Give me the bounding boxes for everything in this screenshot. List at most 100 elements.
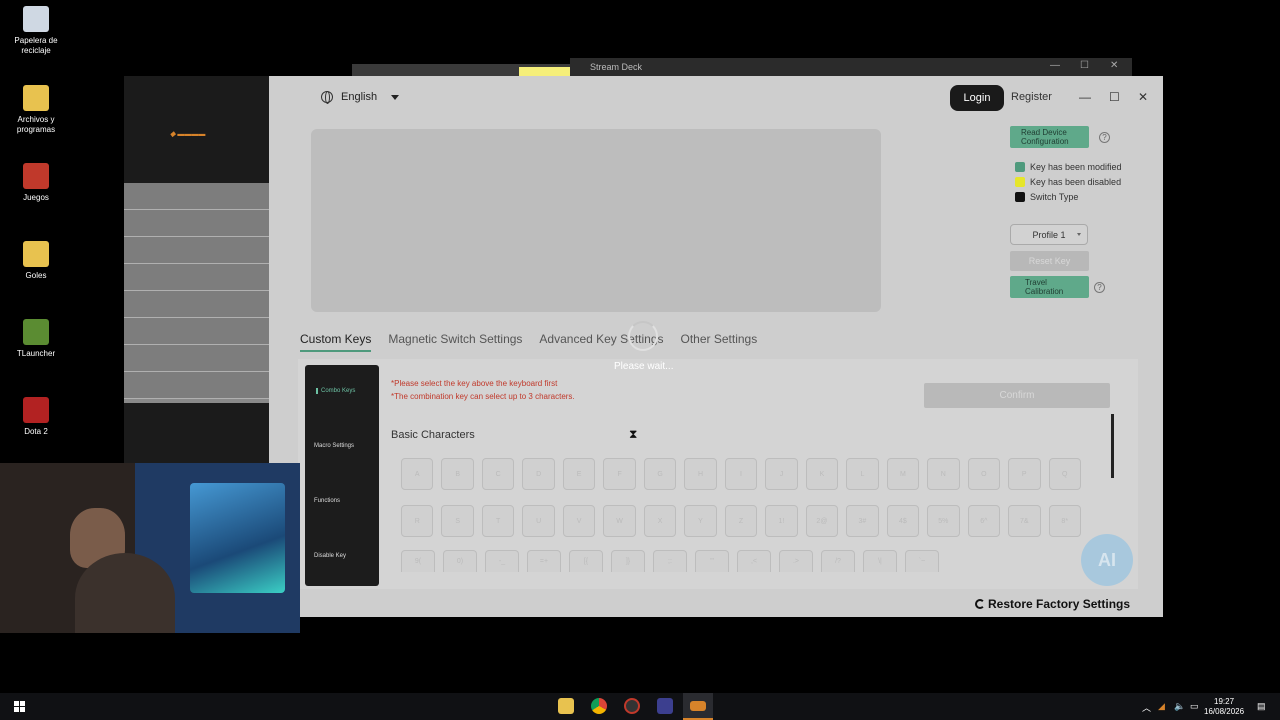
key-button[interactable]: 1! [765,505,798,537]
desktop-icon[interactable]: Papelera de reciclaje [6,6,66,56]
key-button[interactable]: E [562,458,596,490]
key-button[interactable]: X [643,505,677,537]
maximize-icon[interactable]: ☐ [1109,90,1120,104]
app-tray-icon[interactable]: ◢ [1158,701,1165,712]
key-button[interactable]: 8* [1048,505,1081,537]
notification-icon[interactable]: ▤ [1257,701,1266,712]
chrome-icon[interactable] [591,698,607,714]
key-button[interactable]: [{ [569,550,603,572]
restore-factory-settings-button[interactable]: Restore Factory Settings [975,597,1130,611]
keyboard-app-icon[interactable] [690,701,706,711]
key-button[interactable]: O [967,458,1001,490]
key-button[interactable]: C [481,458,515,490]
sidebar-item[interactable] [124,345,269,372]
sidebar-item[interactable] [124,372,269,399]
sidebar-item[interactable] [124,210,269,237]
key-button[interactable]: V [562,505,596,537]
desktop-icon[interactable]: Archivos y programas [6,85,66,135]
key-button[interactable]: B [441,458,474,490]
language-selector[interactable]: English [321,91,400,104]
tab-other-settings[interactable]: Other Settings [681,332,758,352]
key-button[interactable]: R [401,505,434,537]
desktop-icon[interactable]: Juegos [6,163,66,203]
key-button[interactable]: \| [863,550,897,572]
key-button[interactable]: /? [821,550,855,572]
key-button[interactable]: 2@ [805,505,839,537]
key-button[interactable]: M [886,458,920,490]
key-button[interactable]: N [927,458,960,490]
tab-magnetic-switch-settings[interactable]: Magnetic Switch Settings [388,332,522,352]
register-link[interactable]: Register [1011,91,1052,103]
key-button[interactable]: F [603,458,636,490]
key-button[interactable]: 3# [846,505,879,537]
help-icon[interactable]: ? [1099,132,1110,143]
key-button[interactable]: 5% [927,505,960,537]
key-button[interactable]: P [1008,458,1041,490]
sidebar-item[interactable] [124,291,269,318]
file-explorer-icon[interactable] [558,698,574,714]
reset-key-button[interactable]: Reset Key [1010,251,1089,271]
sidebar-item[interactable] [124,237,269,264]
windows-start-icon[interactable] [14,701,25,712]
key-button[interactable]: L [846,458,879,490]
sidebar-item[interactable] [124,183,269,210]
key-button[interactable]: K [805,458,839,490]
key-button[interactable]: W [603,505,636,537]
submenu-item-disable-key[interactable]: Disable Key [314,553,346,559]
key-button[interactable]: U [522,505,555,537]
key-button[interactable]: '" [695,550,729,572]
scrollbar[interactable] [1111,414,1114,478]
key-button[interactable]: ]} [611,550,645,572]
key-button[interactable]: T [481,505,515,537]
key-button[interactable]: ;: [653,550,687,572]
close-icon[interactable]: ✕ [1138,90,1148,104]
key-button[interactable]: ,< [737,550,771,572]
key-button[interactable]: A [401,458,434,490]
login-button[interactable]: Login [950,85,1004,111]
key-button[interactable]: =+ [527,550,561,572]
desktop-icon[interactable]: TLauncher [6,319,66,359]
key-button[interactable]: G [643,458,677,490]
key-button[interactable]: -_ [485,550,519,572]
key-button[interactable]: Q [1048,458,1081,490]
submenu-item-combo-keys[interactable]: Combo Keys [316,388,355,394]
key-button[interactable]: 0) [443,550,477,572]
key-button[interactable]: H [684,458,717,490]
key-button[interactable]: D [522,458,555,490]
desktop-icon[interactable]: Dota 2 [6,397,66,437]
minimize-icon[interactable]: — [1079,90,1091,104]
key-button[interactable]: I [724,458,758,490]
volume-icon[interactable]: 🔈 [1174,701,1185,712]
chevron-up-icon[interactable]: ︿ [1142,701,1151,714]
sidebar-item[interactable] [124,264,269,291]
key-button[interactable]: `~ [905,550,939,572]
obs-icon[interactable] [624,698,640,714]
taskbar-clock[interactable]: 19:27 16/08/2026 [1204,697,1244,717]
read-device-config-button[interactable]: Read Device Configuration [1010,126,1089,148]
confirm-button[interactable]: Confirm [924,383,1110,408]
key-button[interactable]: 6^ [967,505,1001,537]
ai-assistant-button[interactable]: AI [1081,534,1133,586]
sidebar-item[interactable] [124,318,269,345]
key-button[interactable]: 4$ [886,505,920,537]
submenu-item-macro-settings[interactable]: Macro Settings [314,443,354,449]
key-button[interactable]: 7& [1008,505,1041,537]
key-button[interactable]: S [441,505,474,537]
minimize-icon[interactable]: — [1050,60,1060,71]
close-icon[interactable]: ✕ [1110,60,1118,71]
travel-calibration-button[interactable]: Travel Calibration [1010,276,1089,298]
desktop-icon[interactable]: Goles [6,241,66,281]
tab-custom-keys[interactable]: Custom Keys [300,332,372,352]
key-button[interactable]: .> [779,550,813,572]
keyboard-preview[interactable] [311,129,881,312]
submenu-item-functions[interactable]: Functions [314,498,340,504]
stream-deck-icon[interactable] [657,698,673,714]
key-button[interactable]: J [765,458,798,490]
maximize-icon[interactable]: ☐ [1080,60,1089,71]
network-icon[interactable]: ▭ [1190,701,1199,712]
profile-dropdown[interactable]: Profile 1 [1010,224,1088,245]
key-button[interactable]: 9( [401,550,435,572]
key-button[interactable]: Y [684,505,717,537]
help-icon[interactable]: ? [1094,282,1105,293]
stream-deck-window[interactable]: Stream Deck — ☐ ✕ [570,58,1132,76]
